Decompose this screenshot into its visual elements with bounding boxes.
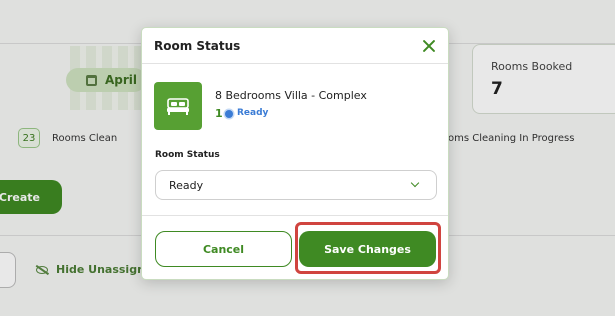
chevron-down-icon: [410, 178, 420, 188]
room-status-select-value: Ready: [169, 178, 204, 192]
room-status-select[interactable]: Ready: [155, 170, 437, 200]
modal-title: Room Status: [154, 38, 241, 53]
room-status-modal: Room Status 8 Bedrooms Villa - Complex 1…: [141, 27, 449, 280]
room-thumbnail: [154, 82, 202, 130]
cancel-button[interactable]: Cancel: [155, 231, 292, 267]
modal-divider: [142, 215, 448, 216]
close-icon[interactable]: [422, 39, 436, 53]
save-changes-button[interactable]: Save Changes: [299, 231, 436, 267]
room-name: 8 Bedrooms Villa - Complex: [215, 89, 367, 102]
bed-icon: [167, 98, 189, 115]
modal-header: Room Status: [142, 28, 448, 64]
room-count: 1: [215, 107, 223, 120]
room-status-field-label: Room Status: [155, 150, 220, 160]
status-dot-icon: [225, 110, 233, 118]
room-current-status: Ready: [237, 108, 269, 118]
